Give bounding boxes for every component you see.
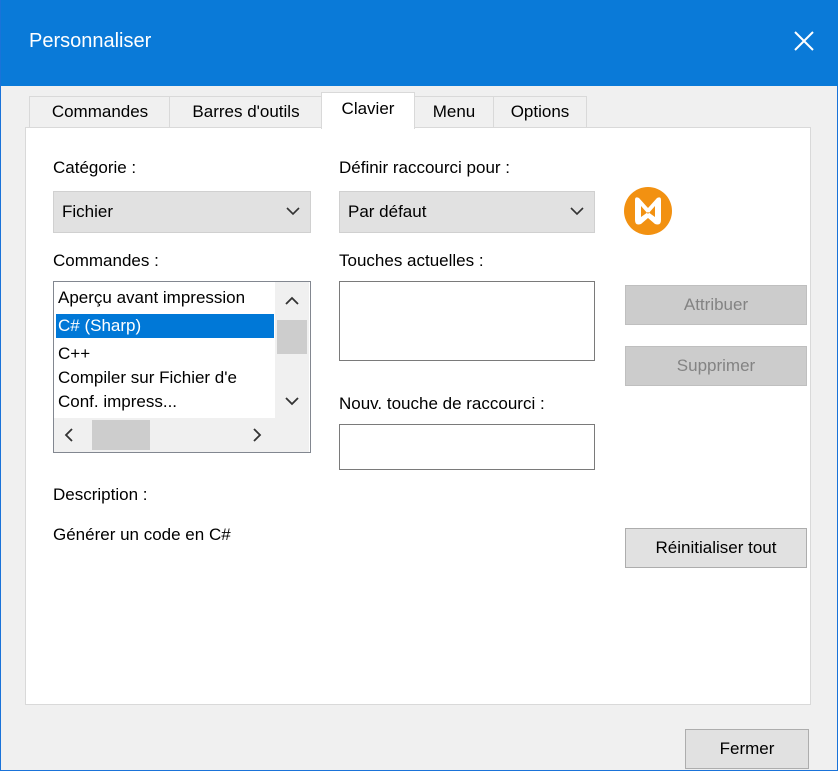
definir-dropdown[interactable]: Par défaut bbox=[339, 191, 595, 233]
chevron-down-icon bbox=[570, 207, 584, 216]
chevron-down-icon[interactable] bbox=[285, 396, 299, 406]
close-icon bbox=[794, 31, 814, 51]
nouv-touche-label: Nouv. touche de raccourci : bbox=[339, 394, 545, 413]
customize-dialog: Personnaliser Commandes Barres d'outils … bbox=[0, 0, 838, 771]
scrollbar-thumb[interactable] bbox=[92, 420, 150, 450]
attribuer-button[interactable]: Attribuer bbox=[625, 285, 807, 325]
nouv-touche-input[interactable] bbox=[339, 424, 595, 470]
horizontal-scrollbar[interactable] bbox=[54, 418, 275, 452]
description-text: Générer un code en C# bbox=[53, 525, 231, 544]
definir-label: Définir raccourci pour : bbox=[339, 158, 511, 177]
description-label: Description : bbox=[53, 485, 148, 504]
chevron-left-icon[interactable] bbox=[64, 428, 74, 442]
categorie-dropdown[interactable]: Fichier bbox=[53, 191, 311, 233]
vertical-scrollbar[interactable] bbox=[275, 282, 309, 418]
commandes-label: Commandes : bbox=[53, 251, 159, 270]
scrollbar-corner bbox=[275, 418, 309, 452]
touches-actuelles-listbox[interactable] bbox=[339, 281, 595, 361]
window-title: Personnaliser bbox=[29, 30, 152, 52]
list-item[interactable]: Aperçu avant impression bbox=[58, 286, 272, 310]
chevron-up-icon[interactable] bbox=[285, 296, 299, 306]
reinitialiser-tout-button[interactable]: Réinitialiser tout bbox=[625, 528, 807, 568]
list-item[interactable]: Compiler sur Fichier d'e bbox=[58, 366, 272, 390]
list-item[interactable]: Conf. impress... bbox=[58, 390, 272, 414]
touches-actuelles-label: Touches actuelles : bbox=[339, 251, 484, 270]
categorie-label: Catégorie : bbox=[53, 158, 137, 177]
chevron-right-icon[interactable] bbox=[252, 428, 262, 442]
scrollbar-thumb[interactable] bbox=[277, 320, 307, 354]
supprimer-button[interactable]: Supprimer bbox=[625, 346, 807, 386]
list-item[interactable]: C++ bbox=[58, 342, 272, 366]
commandes-listbox[interactable]: Aperçu avant impression C# (Sharp) C++ C… bbox=[53, 281, 311, 453]
close-button[interactable] bbox=[769, 0, 838, 86]
tab-clavier[interactable]: Clavier bbox=[321, 92, 415, 129]
tab-options[interactable]: Options bbox=[493, 96, 587, 127]
tab-commandes[interactable]: Commandes bbox=[29, 96, 171, 127]
tab-barres-outils[interactable]: Barres d'outils bbox=[169, 96, 323, 127]
list-item-selected[interactable]: C# (Sharp) bbox=[56, 314, 274, 338]
definir-value: Par défaut bbox=[348, 202, 427, 221]
altova-logo-icon bbox=[624, 187, 672, 235]
tab-menu[interactable]: Menu bbox=[413, 96, 495, 127]
categorie-value: Fichier bbox=[62, 202, 114, 221]
chevron-down-icon bbox=[286, 207, 300, 216]
fermer-button[interactable]: Fermer bbox=[685, 729, 809, 769]
title-bar: Personnaliser bbox=[1, 0, 838, 86]
